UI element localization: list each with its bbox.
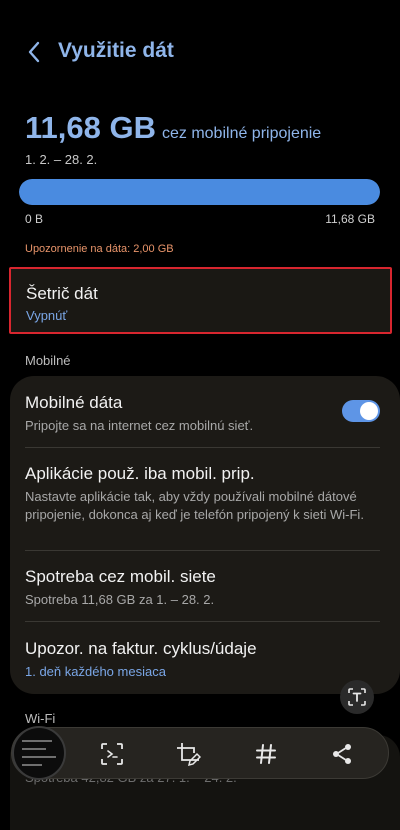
mobile-settings-card: Mobilné dáta Pripojte sa na internet cez… xyxy=(10,376,400,694)
mobile-data-item[interactable]: Mobilné dáta Pripojte sa na internet cez… xyxy=(25,392,325,435)
mobile-data-toggle[interactable] xyxy=(342,400,380,422)
mobile-usage-item[interactable]: Spotreba cez mobil. siete Spotreba 11,68… xyxy=(25,566,380,609)
share-icon xyxy=(333,744,351,764)
crop-edit-icon xyxy=(177,743,201,767)
usage-period: 1. 2. – 28. 2. xyxy=(25,152,98,167)
usage-bar-max-label: 11,68 GB xyxy=(325,212,375,226)
usage-bar-fill xyxy=(19,179,380,205)
usage-suffix: cez mobilné pripojenie xyxy=(161,125,322,142)
mobile-data-title: Mobilné dáta xyxy=(25,393,123,412)
section-label-wifi: Wi-Fi xyxy=(25,711,56,726)
usage-bar-min-label: 0 B xyxy=(25,212,44,226)
data-saver-title: Šetrič dát xyxy=(26,284,98,303)
data-saver-item[interactable]: Šetrič dát Vypnúť xyxy=(9,267,392,334)
hashtag-button[interactable] xyxy=(252,740,280,768)
section-label-mobile: Mobilné xyxy=(25,353,71,368)
screenshot-thumbnail[interactable] xyxy=(12,726,66,780)
page-title: Využitie dát xyxy=(58,39,174,62)
chevron-left-icon xyxy=(28,41,40,63)
mobile-only-apps-title: Aplikácie použ. iba mobil. prip. xyxy=(25,464,255,483)
mobile-usage-subtitle: Spotreba 11,68 GB za 1. – 28. 2. xyxy=(25,592,215,607)
crop-edit-button[interactable] xyxy=(174,740,202,768)
share-button[interactable] xyxy=(328,740,356,768)
divider xyxy=(25,550,380,551)
scan-select-icon xyxy=(101,743,123,765)
scan-text-icon xyxy=(348,688,366,706)
hashtag-icon xyxy=(256,744,276,764)
usage-summary: 11,68 GB cez mobilné pripojenie xyxy=(25,110,321,146)
mobile-only-apps-item[interactable]: Aplikácie použ. iba mobil. prip. Nastavt… xyxy=(25,463,380,524)
toggle-knob xyxy=(360,402,378,420)
extract-text-button[interactable] xyxy=(340,680,374,714)
smart-select-button[interactable] xyxy=(98,740,126,768)
billing-cycle-subtitle: 1. deň každého mesiaca xyxy=(25,664,166,679)
data-saver-status: Vypnúť xyxy=(26,308,68,323)
divider xyxy=(25,447,380,448)
billing-cycle-title: Upozor. na faktur. cyklus/údaje xyxy=(25,639,257,658)
app-header: Využitie dát xyxy=(0,30,400,74)
usage-value: 11,68 GB xyxy=(25,110,156,145)
mobile-usage-title: Spotreba cez mobil. siete xyxy=(25,567,216,586)
screenshot-toolbar xyxy=(11,726,389,780)
mobile-data-subtitle: Pripojte sa na internet cez mobilnú sieť… xyxy=(25,418,254,433)
mobile-only-apps-subtitle: Nastavte aplikácie tak, aby vždy používa… xyxy=(25,489,364,522)
back-button[interactable] xyxy=(20,38,48,66)
data-warning-label: Upozornenie na dáta: 2,00 GB xyxy=(25,243,174,255)
billing-cycle-item[interactable]: Upozor. na faktur. cyklus/údaje 1. deň k… xyxy=(25,638,380,681)
usage-bar xyxy=(19,179,380,205)
divider xyxy=(25,621,380,622)
